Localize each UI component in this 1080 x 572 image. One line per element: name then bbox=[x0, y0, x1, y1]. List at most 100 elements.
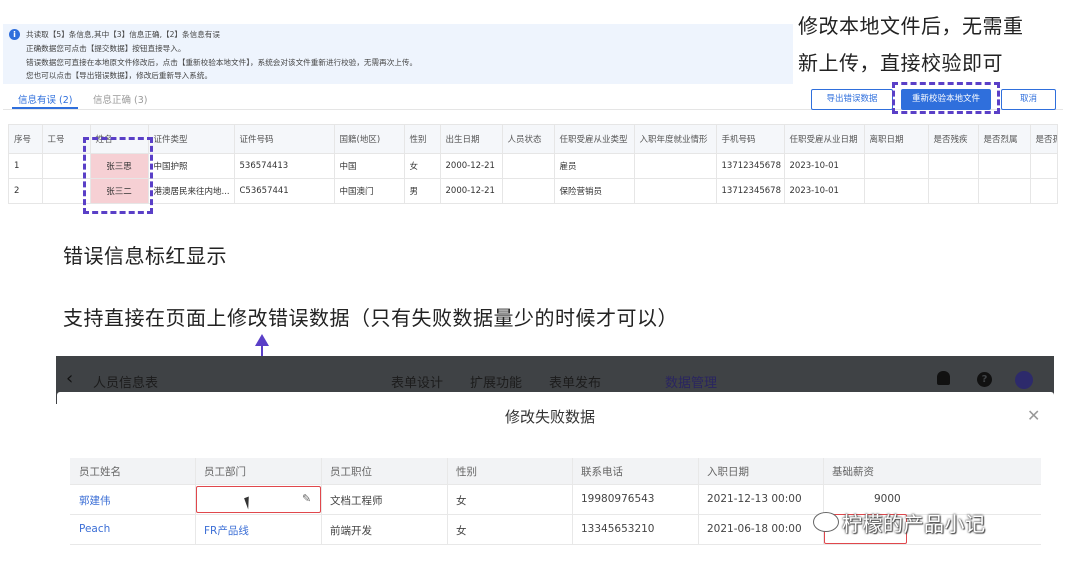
table-cell bbox=[928, 178, 979, 204]
row-divider bbox=[70, 544, 1041, 545]
table-cell: 2000-12-21 bbox=[440, 153, 503, 179]
column-header: 任职受雇从业类型 bbox=[554, 125, 635, 154]
table-row: 1 张三思 中国护照 536574413 中国 女 2000-12-21 雇员 … bbox=[9, 153, 1058, 179]
column-header: 联系电话 bbox=[581, 466, 623, 478]
column-header: 手机号码 bbox=[716, 125, 785, 154]
bell-icon[interactable] bbox=[937, 371, 950, 385]
cancel-button[interactable]: 取消 bbox=[1001, 89, 1056, 110]
tab-correct-info[interactable]: 信息正确 (3) bbox=[93, 92, 147, 106]
table-cell: 男 bbox=[404, 178, 441, 204]
column-header: 员工部门 bbox=[204, 466, 246, 478]
column-header: 人员状态 bbox=[502, 125, 555, 154]
pencil-icon[interactable]: ✎ bbox=[302, 492, 311, 505]
table-cell: 前端开发 bbox=[330, 525, 372, 537]
table-cell: 13345653210 bbox=[581, 523, 655, 535]
column-header: 性别 bbox=[404, 125, 441, 154]
column-header: 员工职位 bbox=[330, 466, 372, 478]
info-export-hint: 您也可以点击【导出错误数据】，修改后重新导入系统。 bbox=[26, 71, 213, 80]
table-cell bbox=[978, 178, 1031, 204]
table-cell: 13712345678 bbox=[716, 178, 785, 204]
column-header: 证件号码 bbox=[234, 125, 335, 154]
table-cell bbox=[864, 178, 929, 204]
table-cell: 港澳居民来往内地... bbox=[148, 178, 235, 204]
column-header: 任职受雇从业日期 bbox=[784, 125, 865, 154]
annotation-red-mark: 错误信息标红显示 bbox=[63, 244, 227, 268]
table-cell: 9000 bbox=[874, 493, 901, 505]
table-cell bbox=[928, 153, 979, 179]
info-correct-hint: 正确数据您可点击【提交数据】按钮直接导入。 bbox=[26, 44, 186, 53]
column-header: 性别 bbox=[456, 466, 477, 478]
table-cell: 保险营销员 bbox=[554, 178, 635, 204]
table-cell: 2021-12-13 00:00 bbox=[707, 493, 802, 505]
table-cell bbox=[502, 178, 555, 204]
column-header: 员工姓名 bbox=[79, 466, 121, 478]
app-title: 人员信息表 bbox=[93, 376, 159, 391]
table-cell: 536574413 bbox=[234, 153, 335, 179]
avatar[interactable] bbox=[1015, 371, 1033, 389]
back-icon[interactable]: ‹ bbox=[66, 368, 73, 389]
table-cell: 2021-06-18 00:00 bbox=[707, 523, 802, 535]
info-icon: i bbox=[9, 29, 20, 40]
table-cell: 2000-12-21 bbox=[440, 178, 503, 204]
table-cell: 2 bbox=[9, 178, 43, 204]
table-cell: 雇员 bbox=[554, 153, 635, 179]
export-error-button[interactable]: 导出错误数据 bbox=[811, 89, 893, 110]
table-cell bbox=[634, 178, 717, 204]
nav-form-publish[interactable]: 表单发布 bbox=[549, 372, 601, 391]
table-cell bbox=[502, 153, 555, 179]
error-name-highlight-box bbox=[83, 137, 153, 214]
nav-form-design[interactable]: 表单设计 bbox=[391, 372, 443, 391]
table-header-row: 序号 工号 姓名 证件类型 证件号码 国籍(地区) 性别 出生日期 人员状态 任… bbox=[9, 125, 1058, 154]
callout-reverify-line2: 新上传，直接校验即可 bbox=[798, 51, 1003, 75]
column-divider bbox=[572, 458, 573, 544]
table-cell: 1 bbox=[9, 153, 43, 179]
nav-data-management[interactable]: 数据管理 bbox=[665, 372, 717, 391]
table-row: 2 张三二 港澳居民来往内地... C53657441 中国澳门 男 2000-… bbox=[9, 178, 1058, 204]
column-header: 是否烈属 bbox=[978, 125, 1031, 154]
column-header: 入职年度就业情形 bbox=[634, 125, 717, 154]
column-header: 基础薪资 bbox=[832, 466, 874, 478]
table-cell bbox=[978, 153, 1031, 179]
table-cell bbox=[864, 153, 929, 179]
help-icon[interactable]: ? bbox=[977, 372, 992, 387]
info-error-hint: 错误数据您可直接在本地原文件修改后，点击【重新校验本地文件】，系统会对该文件重新… bbox=[26, 58, 418, 67]
modal-title: 修改失败数据 bbox=[505, 408, 596, 426]
table-cell: 13712345678 bbox=[716, 153, 785, 179]
column-header: 证件类型 bbox=[148, 125, 235, 154]
close-icon[interactable]: ✕ bbox=[1027, 406, 1040, 425]
table-cell: 中国 bbox=[334, 153, 405, 179]
annotation-edit-support: 支持直接在页面上修改错误数据（只有失败数据量少的时候才可以） bbox=[63, 306, 678, 330]
info-summary: 共读取【5】条信息,其中【3】信息正确,【2】条信息有误 bbox=[26, 30, 220, 39]
callout-reverify-line1: 修改本地文件后，无需重 bbox=[798, 14, 1024, 38]
table-cell: 中国护照 bbox=[148, 153, 235, 179]
table-cell: 女 bbox=[456, 525, 467, 537]
department-link[interactable]: FR产品线 bbox=[204, 523, 249, 538]
column-divider bbox=[698, 458, 699, 544]
table-cell: 中国澳门 bbox=[334, 178, 405, 204]
table-cell bbox=[1030, 178, 1058, 204]
wechat-icon bbox=[813, 512, 839, 532]
column-divider bbox=[321, 458, 322, 544]
table-cell bbox=[1030, 153, 1058, 179]
table-cell: 女 bbox=[456, 495, 467, 507]
column-header: 是否孤 bbox=[1030, 125, 1058, 154]
table-cell bbox=[634, 153, 717, 179]
nav-extensions[interactable]: 扩展功能 bbox=[470, 372, 522, 391]
column-header: 离职日期 bbox=[864, 125, 929, 154]
arrow-up-icon bbox=[255, 334, 269, 346]
column-header: 出生日期 bbox=[440, 125, 503, 154]
column-header: 入职日期 bbox=[707, 466, 749, 478]
error-data-table: 序号 工号 姓名 证件类型 证件号码 国籍(地区) 性别 出生日期 人员状态 任… bbox=[8, 124, 1058, 204]
table-cell: 2023-10-01 bbox=[784, 178, 865, 204]
row-divider bbox=[70, 484, 1041, 485]
table-cell: C53657441 bbox=[234, 178, 335, 204]
column-header: 序号 bbox=[9, 125, 43, 154]
reverify-highlight-box bbox=[892, 82, 1000, 114]
table-cell: 2023-10-01 bbox=[784, 153, 865, 179]
employee-name-link[interactable]: 郭建伟 bbox=[79, 493, 111, 508]
tab-error-info[interactable]: 信息有误 (2) bbox=[18, 92, 72, 106]
table-cell: 女 bbox=[404, 153, 441, 179]
employee-name-link[interactable]: Peach bbox=[79, 523, 110, 535]
column-header: 国籍(地区) bbox=[334, 125, 405, 154]
table-cell: 文档工程师 bbox=[330, 495, 383, 507]
